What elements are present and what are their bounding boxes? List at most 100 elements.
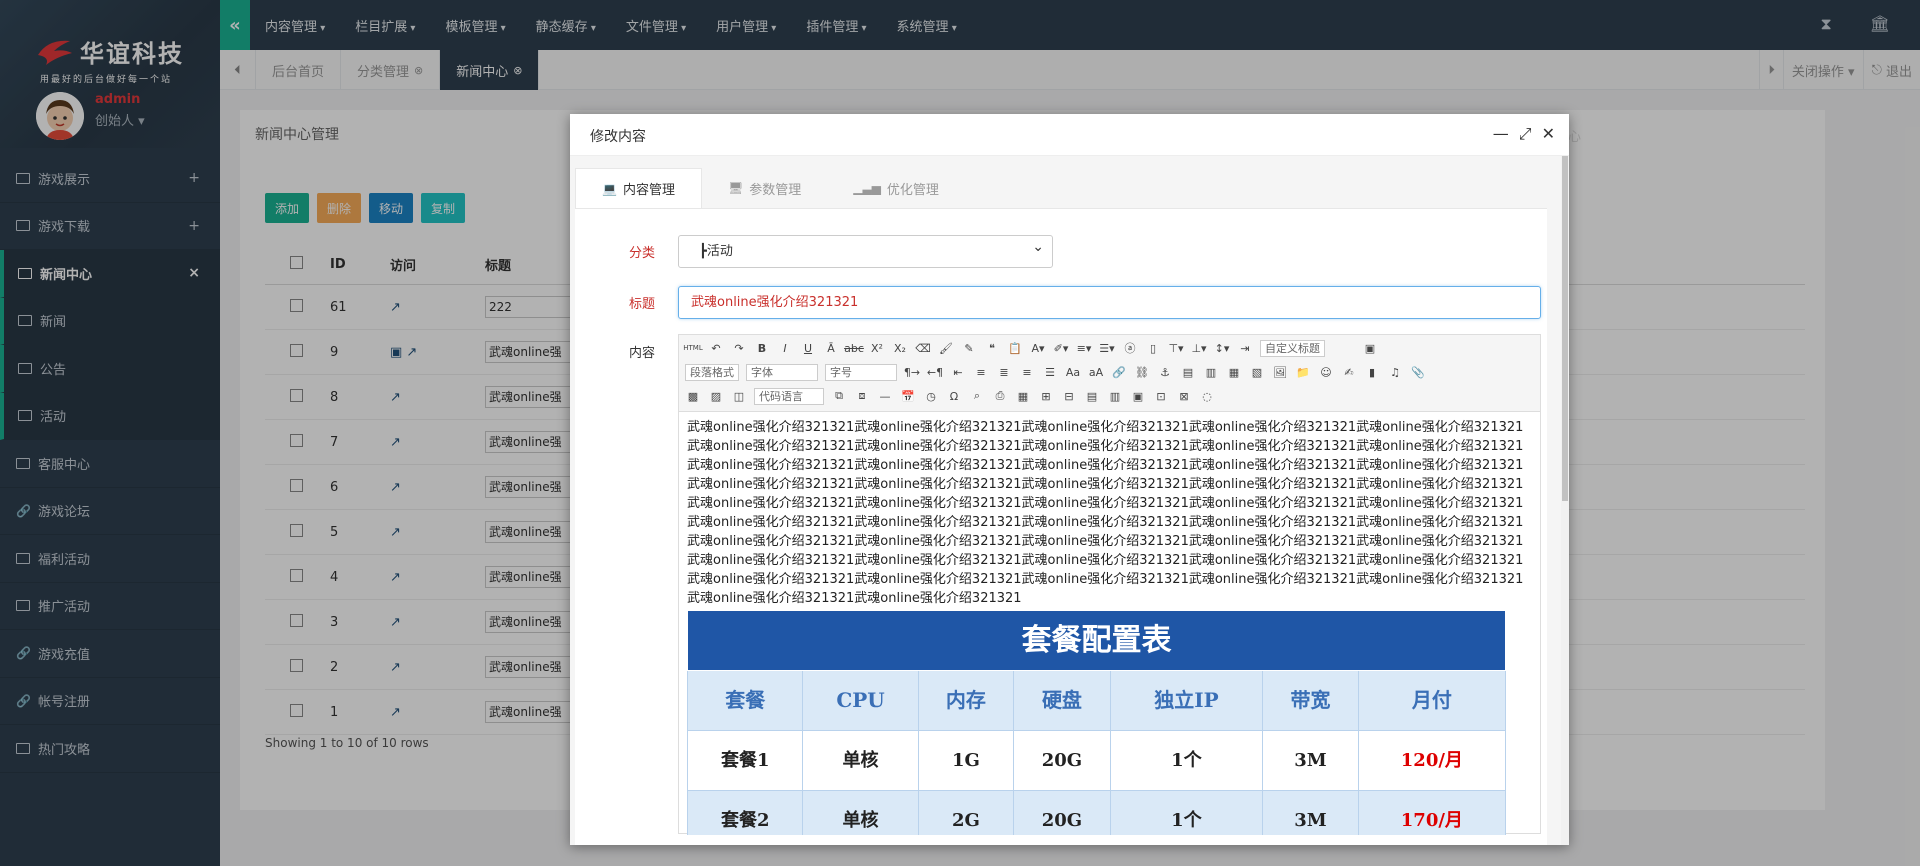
- rich-text-editor: HTML ↶ ↷ B I U Ā abc X² X₂ ⌫ 🖌 ✎ ❝ 📋 A▾ …: [678, 334, 1541, 835]
- split-cells-icon[interactable]: ⊡: [1153, 388, 1169, 404]
- search-replace-icon[interactable]: ⌕: [969, 388, 985, 404]
- redo-icon[interactable]: ↷: [731, 340, 747, 356]
- insert-col-icon[interactable]: ⊟: [1061, 388, 1077, 404]
- link-icon[interactable]: 🔗: [1111, 364, 1127, 380]
- attachment-icon[interactable]: 📎: [1410, 364, 1426, 380]
- category-select[interactable]: ┣活动: [678, 232, 1053, 268]
- select-all-icon[interactable]: ⓐ: [1122, 340, 1138, 356]
- image-left-icon[interactable]: ▤: [1180, 364, 1196, 380]
- rtl-icon[interactable]: ←¶: [927, 364, 943, 380]
- tab-content-management[interactable]: 💻 内容管理: [575, 168, 702, 208]
- image-center-icon[interactable]: ▦: [1226, 364, 1242, 380]
- editor-content[interactable]: 武魂online强化介绍321321武魂online强化介绍321321武魂on…: [679, 412, 1540, 835]
- table-header-cell: 带宽: [1262, 670, 1359, 731]
- font-family-dropdown[interactable]: 字体: [746, 363, 818, 381]
- print-icon[interactable]: ⎙: [992, 388, 1008, 404]
- paste-text-icon[interactable]: 📋: [1007, 340, 1023, 356]
- bold-icon[interactable]: B: [754, 340, 770, 356]
- page-break-icon[interactable]: ⧉: [831, 388, 847, 404]
- content-label: 内容: [628, 346, 655, 361]
- dialog-scrollbar[interactable]: [1561, 156, 1569, 845]
- code-language-dropdown[interactable]: 代码语言: [754, 387, 824, 405]
- eraser-icon[interactable]: ⌫: [915, 340, 931, 356]
- image-right-icon[interactable]: ▥: [1203, 364, 1219, 380]
- title-input[interactable]: 武魂online强化介绍321321: [678, 286, 1541, 319]
- table-header-cell: 独立IP: [1109, 670, 1264, 731]
- italic-icon[interactable]: I: [777, 340, 793, 356]
- edit-content-dialog: 修改内容 — ⤢ ✕ 💻 内容管理 🖥 参数管理 ▁▃▅ 优化管理 分类 ┣活动 标题…: [570, 114, 1569, 845]
- table-cell: 套餐2: [686, 790, 804, 835]
- emoji-icon[interactable]: ☺: [1318, 364, 1334, 380]
- image-icon[interactable]: 🖼: [1272, 364, 1288, 380]
- map-icon[interactable]: ▩: [685, 388, 701, 404]
- title-label: 标题: [628, 297, 655, 312]
- scrawl-icon[interactable]: ✍: [1341, 364, 1357, 380]
- special-chars-icon[interactable]: Ω: [946, 388, 962, 404]
- align-center-icon[interactable]: ≣: [996, 364, 1012, 380]
- strikethrough-icon[interactable]: abc: [844, 340, 864, 356]
- horizontal-rule-icon[interactable]: —: [877, 388, 893, 404]
- blockquote-icon[interactable]: ❝: [984, 340, 1000, 356]
- tab-seo-management[interactable]: ▁▃▅ 优化管理: [827, 168, 965, 208]
- row-spacing-top-icon[interactable]: ⊤▾: [1168, 340, 1184, 356]
- background-label: 心: [1568, 130, 1582, 145]
- undo-icon[interactable]: ↶: [708, 340, 724, 356]
- indent-icon[interactable]: ⇥: [1237, 340, 1253, 356]
- font-color-icon[interactable]: A▾: [1030, 340, 1046, 356]
- tab-parameter-management[interactable]: 🖥 参数管理: [702, 168, 827, 208]
- merge-right-icon[interactable]: ▥: [1107, 388, 1123, 404]
- table-cell: 3M: [1262, 790, 1359, 835]
- justify-icon[interactable]: ☰: [1042, 364, 1058, 380]
- delete-table-icon[interactable]: ⊠: [1176, 388, 1192, 404]
- merge-down-icon[interactable]: ▣: [1130, 388, 1146, 404]
- subscript-icon[interactable]: X₂: [892, 340, 908, 356]
- multi-image-icon[interactable]: 📁: [1295, 364, 1311, 380]
- dialog-header: 修改内容 — ⤢ ✕: [570, 114, 1569, 156]
- category-label: 分类: [628, 246, 655, 261]
- table-header-cell: 月付: [1357, 670, 1507, 731]
- toolbar-row-1: HTML ↶ ↷ B I U Ā abc X² X₂ ⌫ 🖌 ✎ ❝ 📋 A▾ …: [683, 338, 1378, 358]
- align-right-icon[interactable]: ≡: [1019, 364, 1035, 380]
- font-border-icon[interactable]: Ā: [823, 340, 839, 356]
- align-left-icon[interactable]: ≡: [973, 364, 989, 380]
- merge-cells-icon[interactable]: ▤: [1084, 388, 1100, 404]
- unordered-list-icon[interactable]: ☰▾: [1099, 340, 1115, 356]
- format-brush-icon[interactable]: 🖌: [938, 340, 954, 356]
- text-case-upper-icon[interactable]: Aa: [1065, 364, 1081, 380]
- music-icon[interactable]: ♫: [1387, 364, 1403, 380]
- paragraph-format-dropdown[interactable]: 段落格式: [685, 363, 739, 381]
- ordered-list-icon[interactable]: ≡▾: [1076, 340, 1092, 356]
- anchor-icon[interactable]: ⚓: [1157, 364, 1173, 380]
- ltr-icon[interactable]: ¶→: [904, 364, 920, 380]
- insert-row-icon[interactable]: ⊞: [1038, 388, 1054, 404]
- line-height-icon[interactable]: ↕▾: [1214, 340, 1230, 356]
- insert-table-icon[interactable]: ▦: [1015, 388, 1031, 404]
- dialog-controls: — ⤢ ✕: [1493, 124, 1555, 144]
- indent-para-icon[interactable]: ⇤: [950, 364, 966, 380]
- iframe-icon[interactable]: ◫: [731, 388, 747, 404]
- image-none-icon[interactable]: ▧: [1249, 364, 1265, 380]
- template-icon[interactable]: ⧈: [854, 388, 870, 404]
- clear-doc-icon[interactable]: ▯: [1145, 340, 1161, 356]
- auto-format-icon[interactable]: ✎: [961, 340, 977, 356]
- unlink-icon[interactable]: ⛓: [1134, 364, 1150, 380]
- highlight-icon[interactable]: ✐▾: [1053, 340, 1069, 356]
- text-case-lower-icon[interactable]: aA: [1088, 364, 1104, 380]
- superscript-icon[interactable]: X²: [869, 340, 885, 356]
- fullscreen-icon[interactable]: ▣: [1362, 340, 1378, 356]
- row-spacing-bottom-icon[interactable]: ⊥▾: [1191, 340, 1207, 356]
- font-size-dropdown[interactable]: 字号: [825, 363, 897, 381]
- custom-title-dropdown[interactable]: 自定义标题: [1260, 339, 1325, 357]
- maximize-icon[interactable]: ⤢: [1519, 124, 1532, 144]
- date-icon[interactable]: 📅: [900, 388, 916, 404]
- video-icon[interactable]: ▮: [1364, 364, 1380, 380]
- html-source-icon[interactable]: HTML: [683, 340, 702, 356]
- underline-icon[interactable]: U: [800, 340, 816, 356]
- minimize-icon[interactable]: —: [1493, 124, 1509, 144]
- gmap-icon[interactable]: ▨: [708, 388, 724, 404]
- preview-icon[interactable]: ◌: [1199, 388, 1215, 404]
- content-form: 分类 ┣活动 标题 武魂online强化介绍321321 内容 HTML ↶ ↷…: [575, 208, 1547, 845]
- time-icon[interactable]: ◷: [923, 388, 939, 404]
- scrollbar-thumb[interactable]: [1562, 156, 1568, 501]
- close-icon[interactable]: ✕: [1542, 124, 1555, 144]
